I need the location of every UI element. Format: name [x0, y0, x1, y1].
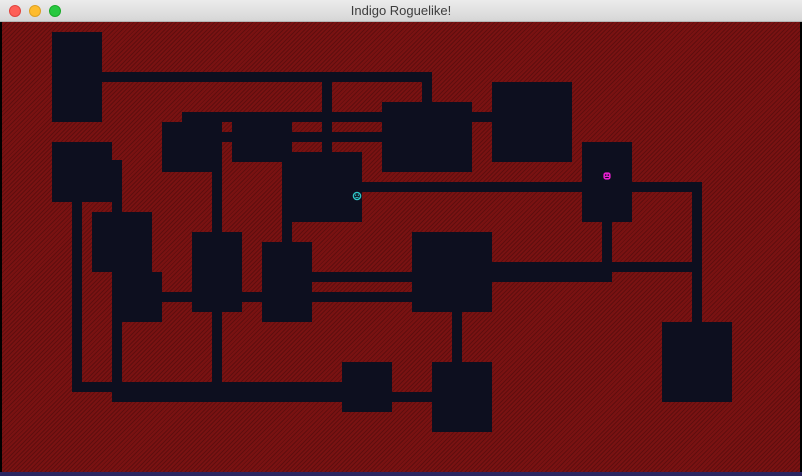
corridor: [310, 292, 412, 302]
corridor: [72, 200, 82, 392]
corridor: [282, 220, 292, 242]
room: [102, 162, 122, 202]
corridor: [692, 182, 702, 322]
room: [492, 82, 572, 162]
corridor: [422, 72, 432, 102]
room: [262, 242, 312, 322]
room: [382, 102, 472, 172]
dungeon-layout: [52, 32, 732, 432]
corridor: [490, 272, 612, 282]
corridor: [310, 272, 412, 282]
corridor: [390, 392, 432, 402]
room: [432, 362, 492, 432]
room: [282, 152, 362, 222]
room: [342, 362, 392, 412]
rooms: [52, 32, 732, 432]
room: [412, 232, 492, 312]
room: [192, 232, 242, 312]
room: [52, 32, 102, 122]
player-eye: [355, 194, 357, 196]
corridor: [490, 262, 702, 272]
monster-face-icon: [603, 172, 611, 180]
room: [92, 212, 152, 272]
monster-eye: [607, 174, 609, 176]
room: [112, 272, 162, 322]
monster-body: [603, 172, 611, 180]
window-bottom-edge: [0, 472, 802, 476]
corridor: [470, 112, 492, 122]
corridor: [240, 292, 262, 302]
corridor: [452, 310, 462, 362]
corridor: [360, 182, 702, 192]
monster-mouth: [605, 177, 609, 178]
corridor: [100, 72, 432, 82]
monster-eye: [605, 174, 607, 176]
room: [182, 112, 222, 132]
corridor: [112, 392, 352, 402]
room: [662, 322, 732, 402]
corridor: [160, 292, 192, 302]
corridor: [212, 310, 222, 390]
game-window: Indigo Roguelike!: [0, 0, 802, 476]
player-eye: [357, 194, 359, 196]
room: [582, 142, 632, 222]
